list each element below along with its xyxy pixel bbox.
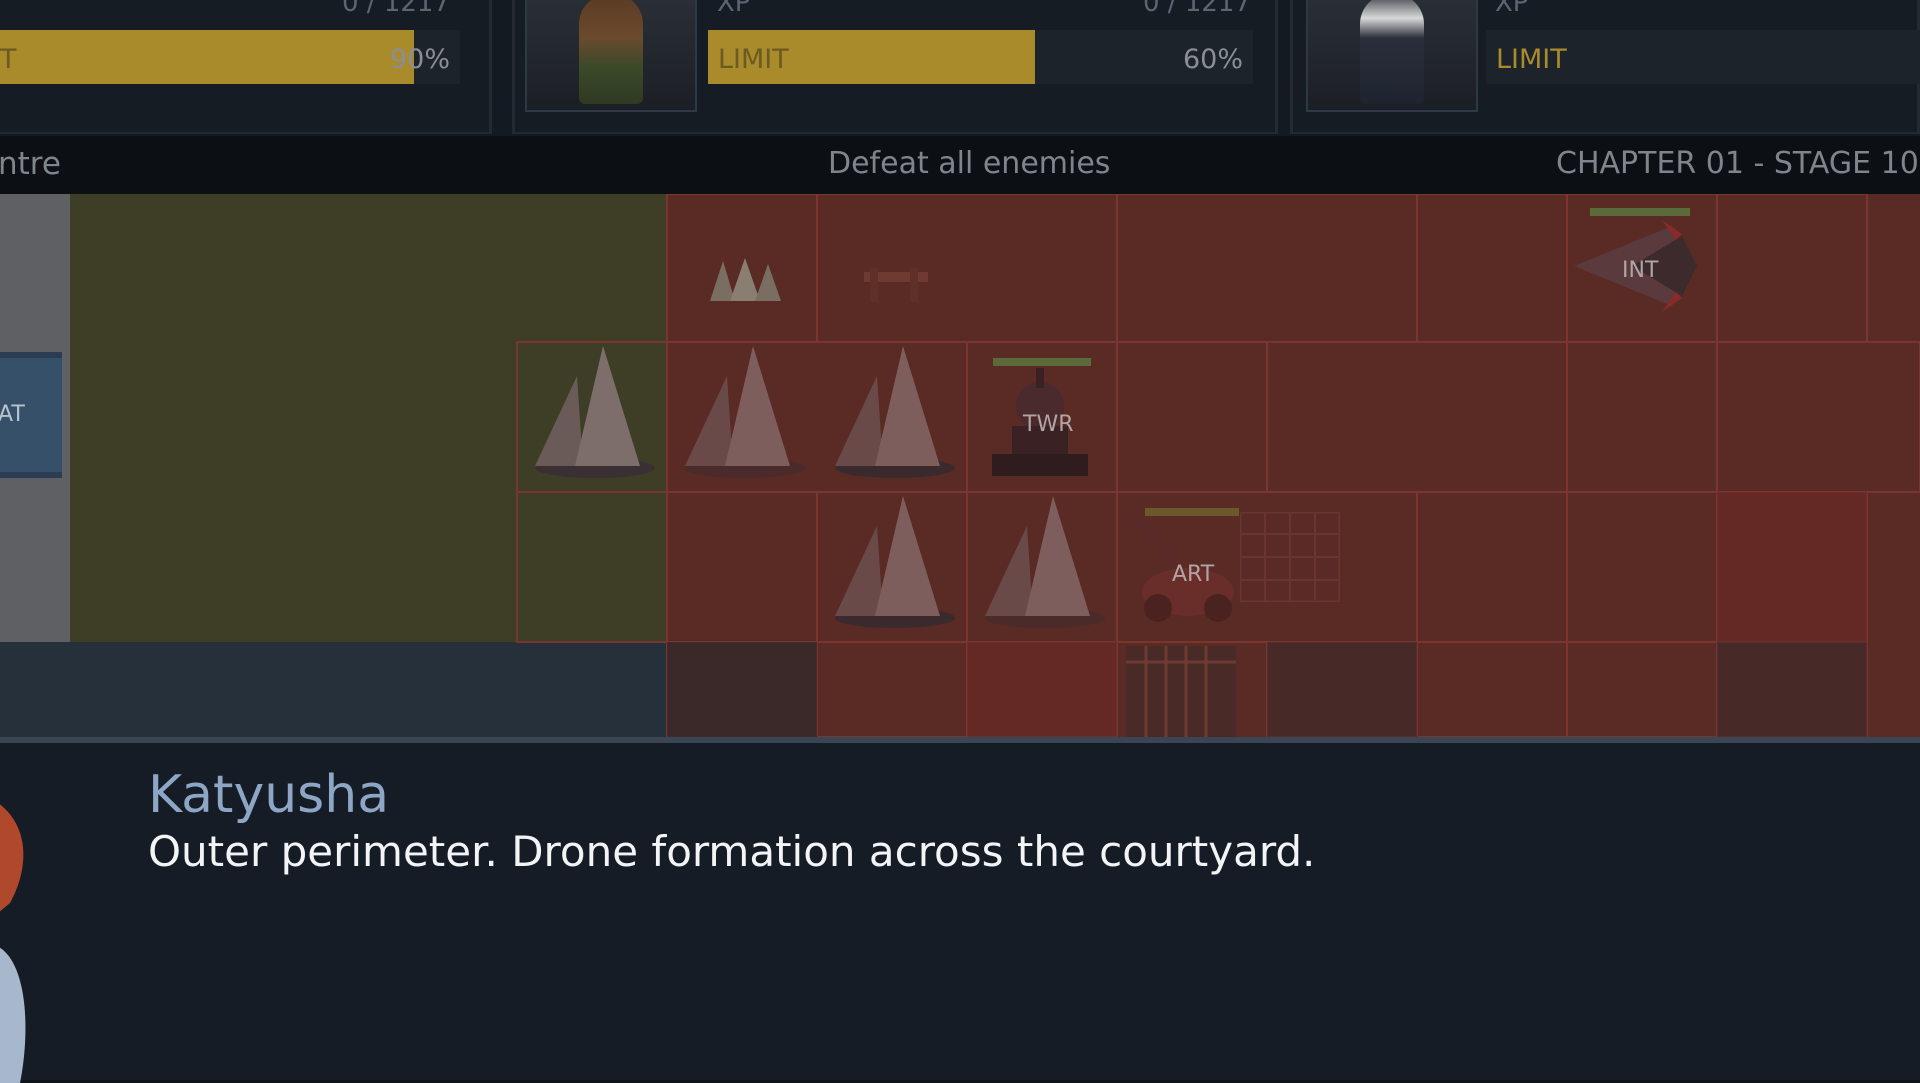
limit-label: LIMIT bbox=[718, 44, 789, 75]
party-card-3[interactable]: XP LIMIT bbox=[1290, 0, 1920, 134]
xp-label: XP bbox=[717, 0, 751, 18]
xp-value: 0 / 1217 bbox=[1143, 0, 1251, 18]
grate-icon bbox=[1240, 512, 1340, 602]
dialogue-text: Outer perimeter. Drone formation across … bbox=[148, 827, 1316, 876]
xp-label: XP bbox=[1495, 0, 1529, 18]
cage-icon bbox=[1126, 646, 1236, 737]
unit-label-twr: TWR bbox=[1023, 412, 1074, 437]
cone-drone-icon[interactable] bbox=[825, 346, 955, 486]
xp-value: 0 / 1217 bbox=[342, 0, 450, 18]
cone-drone-icon[interactable] bbox=[675, 346, 805, 486]
limit-percent: 90% bbox=[389, 44, 450, 75]
cone-drone-icon[interactable] bbox=[825, 496, 955, 636]
limit-bar: LIMIT bbox=[1486, 30, 1920, 84]
party-hud: 0 / 1217 T 90% XP 0 / 1217 LIMIT 60% XP … bbox=[0, 0, 1920, 136]
portrait-icon bbox=[1306, 0, 1478, 112]
portrait-icon bbox=[525, 0, 697, 112]
party-card-1[interactable]: 0 / 1217 T 90% bbox=[0, 0, 492, 134]
limit-bar: LIMIT 60% bbox=[708, 30, 1253, 84]
limit-label: LIMIT bbox=[1496, 44, 1567, 75]
health-bar bbox=[993, 358, 1091, 366]
spike-trap-icon bbox=[710, 258, 781, 301]
dialogue-box[interactable]: Katyusha Outer perimeter. Drone formatio… bbox=[0, 737, 1920, 1083]
limit-bar-fill bbox=[0, 30, 414, 84]
unit-label-int: INT bbox=[1622, 258, 1659, 283]
stage-indicator: CHAPTER 01 - STAGE 10 bbox=[1556, 146, 1919, 181]
health-bar bbox=[1590, 208, 1690, 216]
speaker-portrait bbox=[0, 804, 26, 1083]
objective-bar: ntre Defeat all enemies CHAPTER 01 - STA… bbox=[0, 136, 1920, 194]
objective-text: Defeat all enemies bbox=[828, 146, 1111, 181]
tank-icon[interactable]: AT bbox=[0, 352, 62, 478]
battle-map[interactable]: AT INT TWR ART bbox=[0, 194, 1920, 737]
limit-label: T bbox=[0, 44, 17, 75]
limit-percent: 60% bbox=[1182, 44, 1243, 75]
barricade-icon bbox=[864, 268, 928, 302]
speaker-name: Katyusha bbox=[148, 765, 390, 825]
cone-drone-icon[interactable] bbox=[975, 496, 1105, 636]
party-card-2[interactable]: XP 0 / 1217 LIMIT 60% bbox=[512, 0, 1278, 134]
location-name: ntre bbox=[0, 146, 61, 182]
cone-drone-icon[interactable] bbox=[525, 346, 655, 486]
unit-label-art: ART bbox=[1172, 562, 1215, 587]
limit-bar: T 90% bbox=[0, 30, 460, 84]
unit-label-at: AT bbox=[0, 402, 25, 427]
